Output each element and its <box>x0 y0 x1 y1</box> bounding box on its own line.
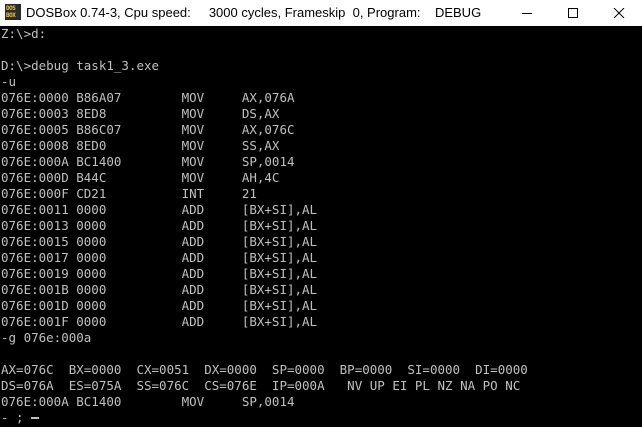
terminal-line: 076E:000F CD21 INT 21 <box>1 186 257 201</box>
close-icon <box>613 8 625 18</box>
terminal-line: 076E:000A BC1400 MOV SP,0014 <box>1 394 295 409</box>
terminal-line: 076E:0017 0000 ADD [BX+SI],AL <box>1 250 318 265</box>
dosbox-icon[interactable]: DOS BOX <box>5 4 21 20</box>
text-cursor <box>31 417 39 419</box>
terminal-line: 076E:0000 B86A07 MOV AX,076A <box>1 90 295 105</box>
terminal-line: D:\>debug task1_3.exe <box>1 58 160 73</box>
terminal-line: 076E:001D 0000 ADD [BX+SI],AL <box>1 298 318 313</box>
terminal-line: 076E:000D B44C MOV AH,4C <box>1 170 280 185</box>
title-bar[interactable]: DOS BOX DOSBox 0.74-3, Cpu speed: 3000 c… <box>0 0 642 26</box>
terminal-line: Z:\>d: <box>1 26 47 41</box>
terminal-line: 076E:0019 0000 ADD [BX+SI],AL <box>1 266 318 281</box>
window-title: DOSBox 0.74-3, Cpu speed: 3000 cycles, F… <box>26 5 482 20</box>
maximize-button[interactable] <box>550 0 596 26</box>
icon-text-box: BOX <box>6 12 16 19</box>
terminal-line: 076E:001F 0000 ADD [BX+SI],AL <box>1 314 318 329</box>
minimize-icon <box>522 13 532 14</box>
maximize-icon <box>568 8 578 18</box>
terminal-line: AX=076C BX=0000 CX=0051 DX=0000 SP=0000 … <box>1 362 528 377</box>
close-button[interactable] <box>596 0 642 26</box>
terminal-line: 076E:001B 0000 ADD [BX+SI],AL <box>1 282 318 297</box>
terminal-line: 076E:000A BC1400 MOV SP,0014 <box>1 154 295 169</box>
terminal-line: 076E:0011 0000 ADD [BX+SI],AL <box>1 202 318 217</box>
terminal-line: 076E:0013 0000 ADD [BX+SI],AL <box>1 218 318 233</box>
terminal-line: -u <box>1 74 17 89</box>
terminal-line: 076E:0005 B86C07 MOV AX,076C <box>1 122 295 137</box>
dosbox-window: DOS BOX DOSBox 0.74-3, Cpu speed: 3000 c… <box>0 0 642 427</box>
terminal-prompt-line[interactable]: - ; <box>1 410 24 426</box>
terminal-line: 076E:0003 8ED8 MOV DS,AX <box>1 106 280 121</box>
terminal-line: -g 076e:000a <box>1 330 92 345</box>
minimize-button[interactable] <box>504 0 550 26</box>
terminal-line: 076E:0008 8ED0 MOV SS,AX <box>1 138 280 153</box>
terminal-line: 076E:0015 0000 ADD [BX+SI],AL <box>1 234 318 249</box>
terminal-line: DS=076A ES=075A SS=076C CS=076E IP=000A … <box>1 378 521 393</box>
terminal-screen[interactable]: Z:\>d: D:\>debug task1_3.exe -u 076E:000… <box>0 26 642 427</box>
